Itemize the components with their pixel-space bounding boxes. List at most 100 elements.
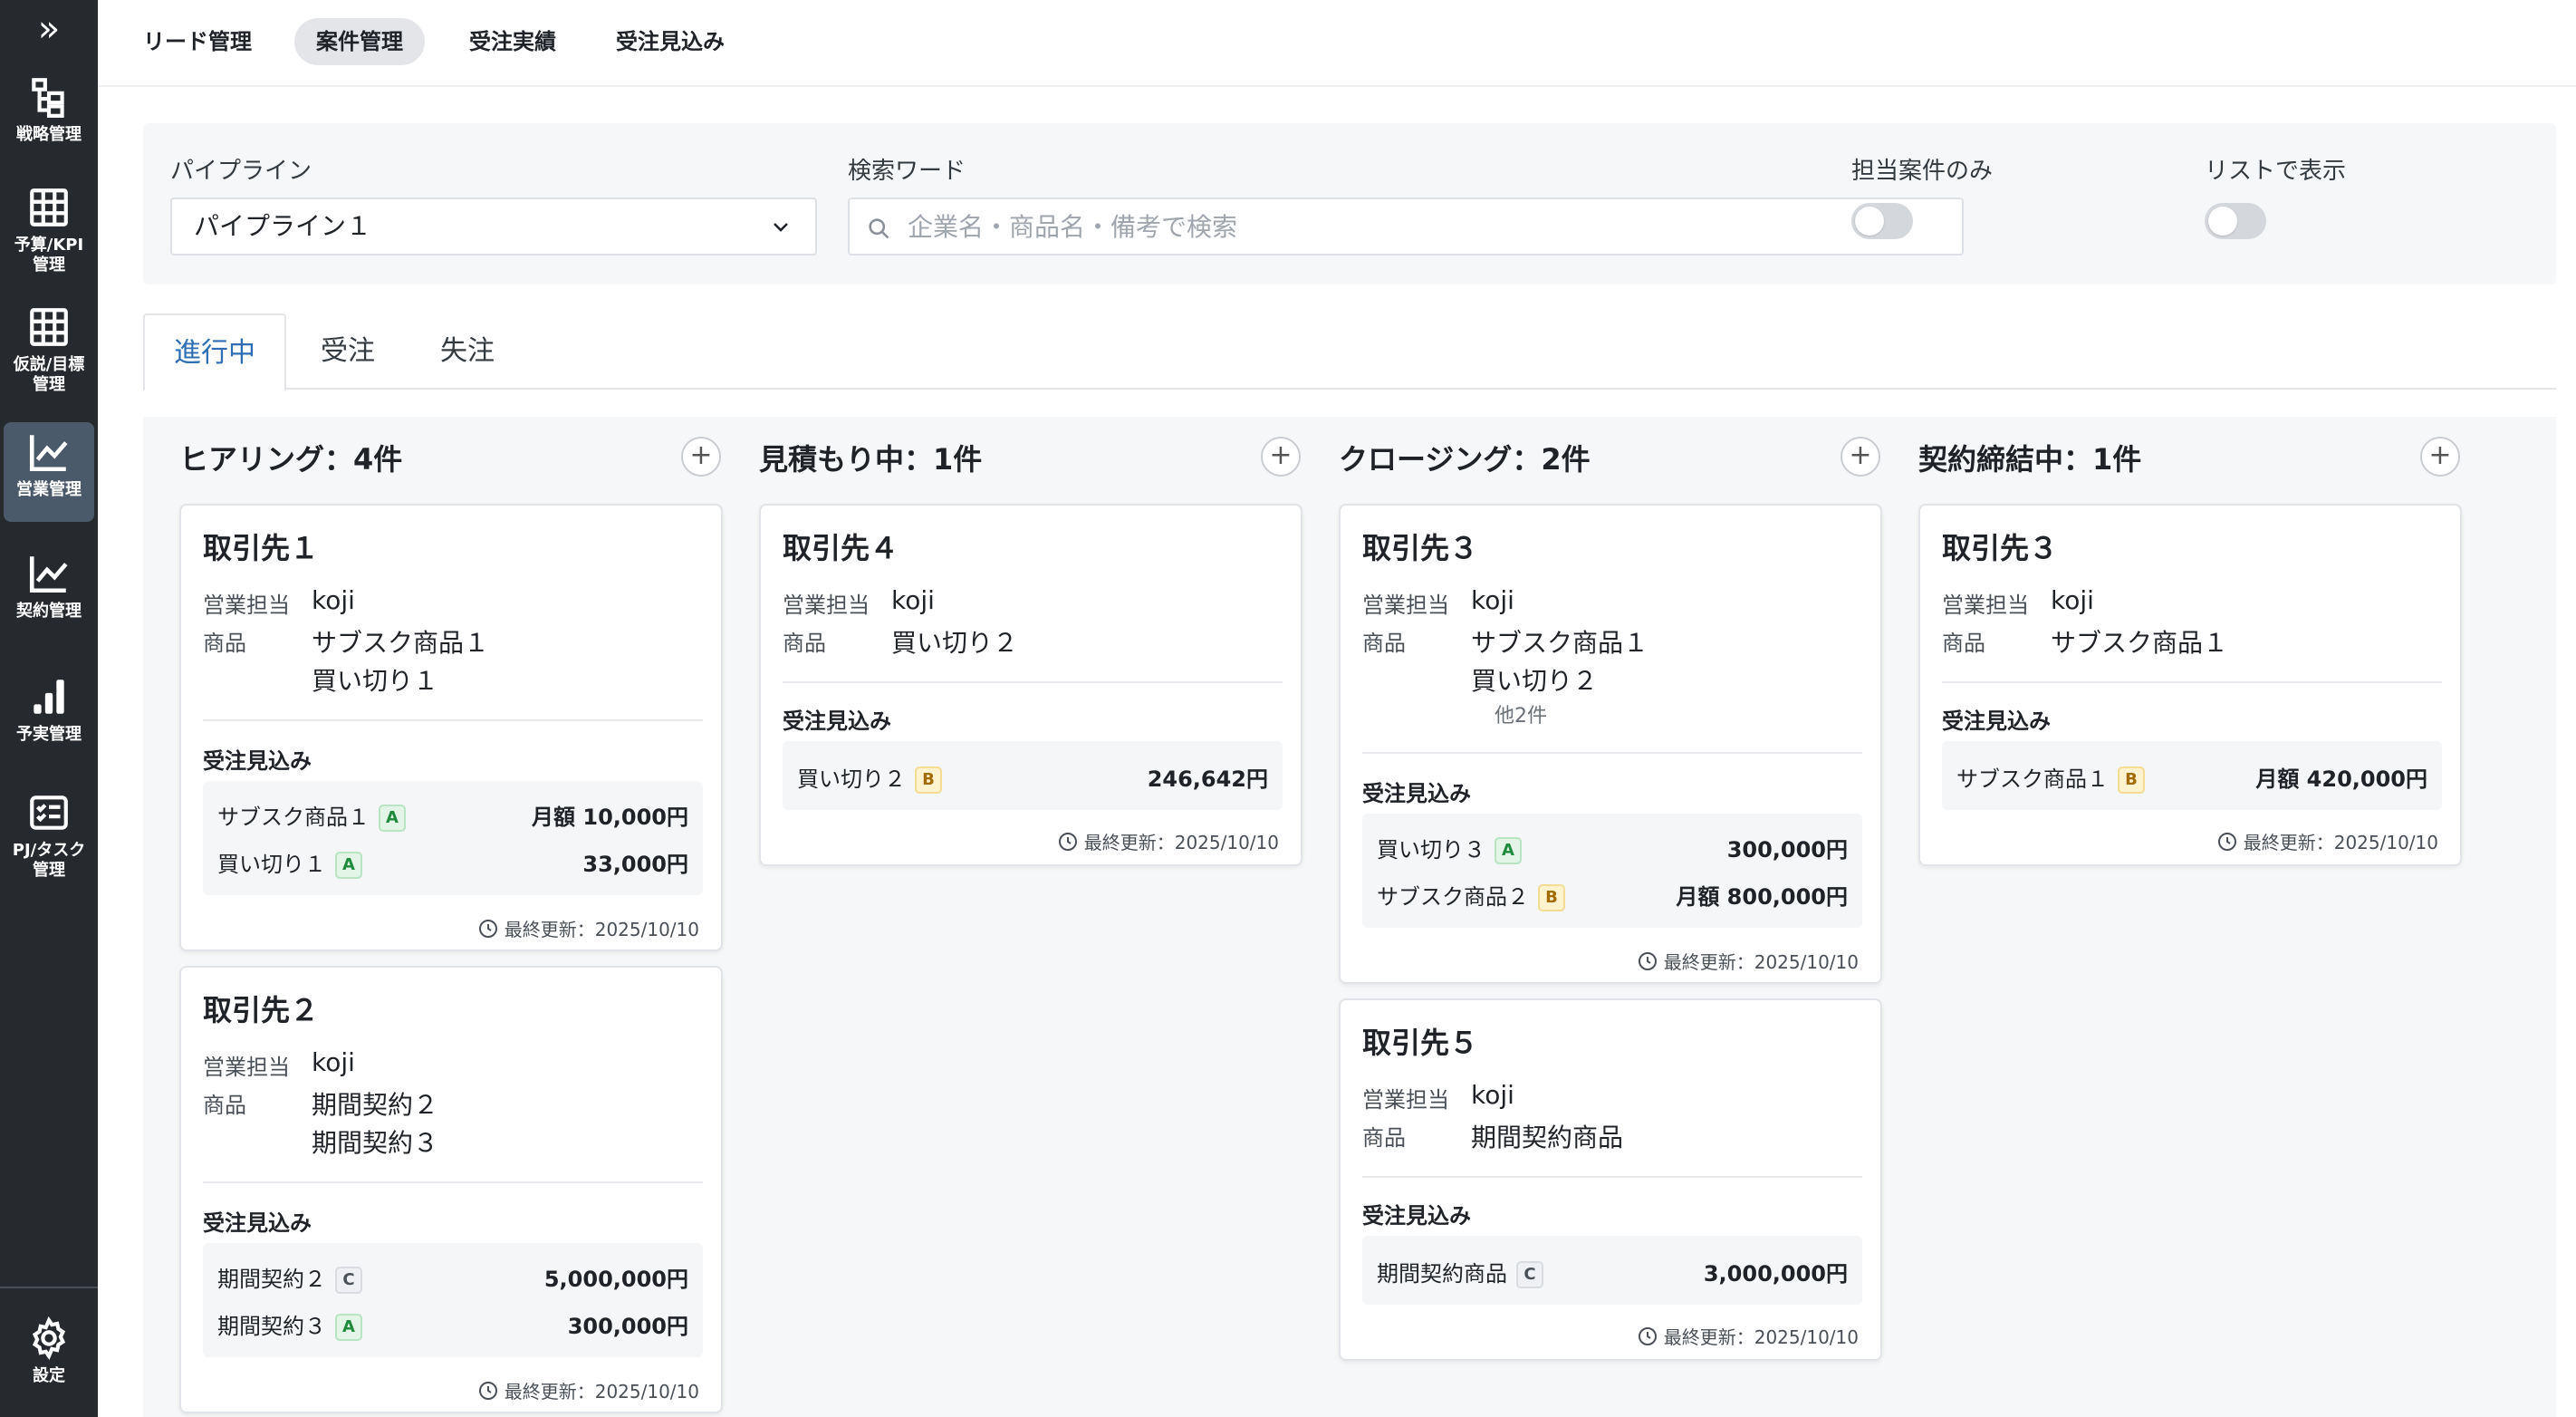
card-divider [1362, 752, 1862, 754]
table-grid-icon [30, 308, 68, 346]
deal-card[interactable]: 取引先４ 営業担当 koji 商品 買い切り２ 受注見込み 買い切り２ B 246… [759, 504, 1302, 866]
card-divider [1362, 1176, 1862, 1178]
tab-lead-management[interactable]: リード管理 [121, 18, 274, 65]
tab-order-forecast[interactable]: 受注見込み [594, 18, 746, 65]
clock-icon [1638, 1326, 1657, 1345]
card-title: 取引先２ [203, 993, 320, 1027]
add-deal-button[interactable]: + [1841, 437, 1880, 477]
last-updated: 最終更新：2025/10/10 [1637, 1323, 1859, 1349]
card-title: 取引先５ [1362, 1026, 1479, 1060]
sales-rep-value: koji [2051, 585, 2094, 615]
search-input[interactable] [908, 207, 1940, 246]
double-chevron-right-icon[interactable]: » [25, 11, 72, 49]
forecast-label: 受注見込み [203, 1210, 312, 1236]
search-box [848, 198, 1964, 255]
card-divider [203, 1181, 703, 1183]
sidebar-item-project-task[interactable]: PJ/タスク 管理 [4, 783, 94, 884]
sidebar-item-settings[interactable]: 設定 [4, 1308, 94, 1395]
card-divider [203, 719, 703, 721]
forecast-box: サブスク商品１ A 月額 10,000円 買い切り１ A 33,000円 [203, 781, 703, 895]
card-title: 取引先１ [203, 531, 320, 565]
kanban-board: ヒアリング：4件 + 取引先１ 営業担当 koji 商品 サブスク商品１ 買い切… [143, 417, 2556, 1417]
pipeline-label: パイプライン [170, 158, 312, 185]
product-value: 買い切り２ [891, 628, 1019, 658]
mine-only-label: 担当案件のみ [1851, 158, 1994, 185]
sidebar-item-hypothesis[interactable]: 仮説/目標 管理 [4, 297, 94, 399]
rank-badge: A [1495, 837, 1522, 864]
forecast-amount: 5,000,000円 [543, 1267, 688, 1292]
chevron-down-icon [774, 223, 788, 232]
rank-badge: B [2118, 766, 2145, 794]
rank-badge: A [335, 852, 362, 879]
add-deal-button[interactable]: + [1261, 437, 1301, 477]
line-chart-icon [29, 556, 68, 593]
sales-rep-value: koji [312, 585, 355, 615]
clock-icon [478, 919, 497, 938]
forecast-amount: 300,000円 [1726, 837, 1848, 863]
list-view-toggle[interactable] [2205, 203, 2266, 239]
sidebar-divider [0, 1287, 98, 1288]
rank-badge: A [379, 805, 406, 832]
product-value: サブスク商品１ [312, 628, 490, 658]
add-deal-button[interactable]: + [2420, 437, 2460, 477]
sales-rep-label: 営業担当 [783, 593, 870, 618]
deal-card[interactable]: 取引先３ 営業担当 koji 商品 サブスク商品１ 買い切り２ 他2件 受注見込… [1339, 504, 1882, 984]
product-label: 商品 [1362, 631, 1406, 656]
product-value: 期間契約３ [312, 1128, 439, 1158]
sidebar-item-sales[interactable]: 営業管理 [4, 422, 94, 522]
deal-card[interactable]: 取引先２ 営業担当 koji 商品 期間契約２ 期間契約３ 受注見込み 期間契約… [179, 966, 723, 1413]
sidebar-item-contracts[interactable]: 契約管理 [4, 544, 94, 631]
sidebar-item-label: 設定 [33, 1366, 65, 1385]
sales-rep-label: 営業担当 [203, 1055, 290, 1080]
last-updated: 最終更新：2025/10/10 [1637, 948, 1859, 974]
sales-rep-label: 営業担当 [1942, 593, 2029, 618]
sidebar-item-label: 仮説/目標 管理 [13, 355, 85, 394]
hierarchy-icon [32, 78, 64, 118]
forecast-amount: 月額 800,000円 [1676, 884, 1848, 910]
card-title: 取引先３ [1942, 531, 2059, 565]
product-label: 商品 [783, 631, 826, 656]
tab-order-results[interactable]: 受注実績 [447, 18, 578, 65]
add-deal-button[interactable]: + [681, 437, 721, 477]
deal-card[interactable]: 取引先３ 営業担当 koji 商品 サブスク商品１ 受注見込み サブスク商品１ B… [1918, 504, 2462, 866]
product-value: 買い切り１ [312, 666, 439, 696]
product-value: 期間契約２ [312, 1090, 439, 1120]
column-title: ヒアリング：4件 [179, 442, 403, 477]
sidebar-item-strategy[interactable]: 戦略管理 [4, 67, 94, 150]
checklist-icon [30, 795, 68, 830]
card-title: 取引先４ [783, 531, 899, 565]
sidebar-item-budget-kpi[interactable]: 予算/KPI 管理 [4, 178, 94, 279]
rank-badge: A [335, 1314, 362, 1341]
status-tabs: 進行中 受注 失注 [143, 313, 2556, 391]
line-chart-icon [29, 435, 68, 472]
forecast-row: 期間契約２ C 5,000,000円 [217, 1259, 688, 1294]
forecast-label: 受注見込み [1362, 781, 1471, 806]
tab-lost[interactable]: 失注 [411, 313, 524, 390]
sales-rep-label: 営業担当 [1362, 593, 1449, 618]
forecast-row: 買い切り３ A 300,000円 [1377, 830, 1848, 864]
tab-in-progress[interactable]: 進行中 [143, 313, 286, 391]
product-value: 買い切り２ [1471, 666, 1599, 696]
deal-card[interactable]: 取引先１ 営業担当 koji 商品 サブスク商品１ 買い切り１ 受注見込み サブ… [179, 504, 723, 951]
sales-rep-value: koji [1471, 1080, 1514, 1110]
sales-rep-value: koji [1471, 585, 1514, 615]
pipeline-select[interactable]: パイプライン１ [170, 198, 817, 255]
tab-deal-management[interactable]: 案件管理 [294, 18, 425, 65]
product-value: 期間契約商品 [1471, 1123, 1624, 1152]
forecast-item-name: 買い切り１ A [217, 846, 362, 879]
deal-card[interactable]: 取引先５ 営業担当 koji 商品 期間契約商品 受注見込み 期間契約商品 C 3… [1339, 998, 1882, 1361]
column-title: クロージング：2件 [1339, 442, 1591, 477]
forecast-box: 買い切り２ B 246,642円 [783, 741, 1283, 810]
tab-won[interactable]: 受注 [292, 313, 404, 390]
forecast-amount: 月額 10,000円 [532, 805, 688, 830]
more-products[interactable]: 他2件 [1495, 699, 1547, 728]
sidebar-item-budget-actual[interactable]: 予実管理 [4, 667, 94, 754]
forecast-row: 買い切り１ A 33,000円 [217, 844, 688, 879]
product-value: サブスク商品１ [2051, 628, 2229, 658]
column-title: 見積もり中：1件 [759, 442, 983, 477]
forecast-label: 受注見込み [1362, 1203, 1471, 1229]
forecast-row: サブスク商品２ B 月額 800,000円 [1377, 877, 1848, 911]
mine-only-toggle[interactable] [1851, 203, 1913, 239]
forecast-box: 期間契約商品 C 3,000,000円 [1362, 1236, 1862, 1305]
rank-badge: B [1538, 884, 1565, 911]
